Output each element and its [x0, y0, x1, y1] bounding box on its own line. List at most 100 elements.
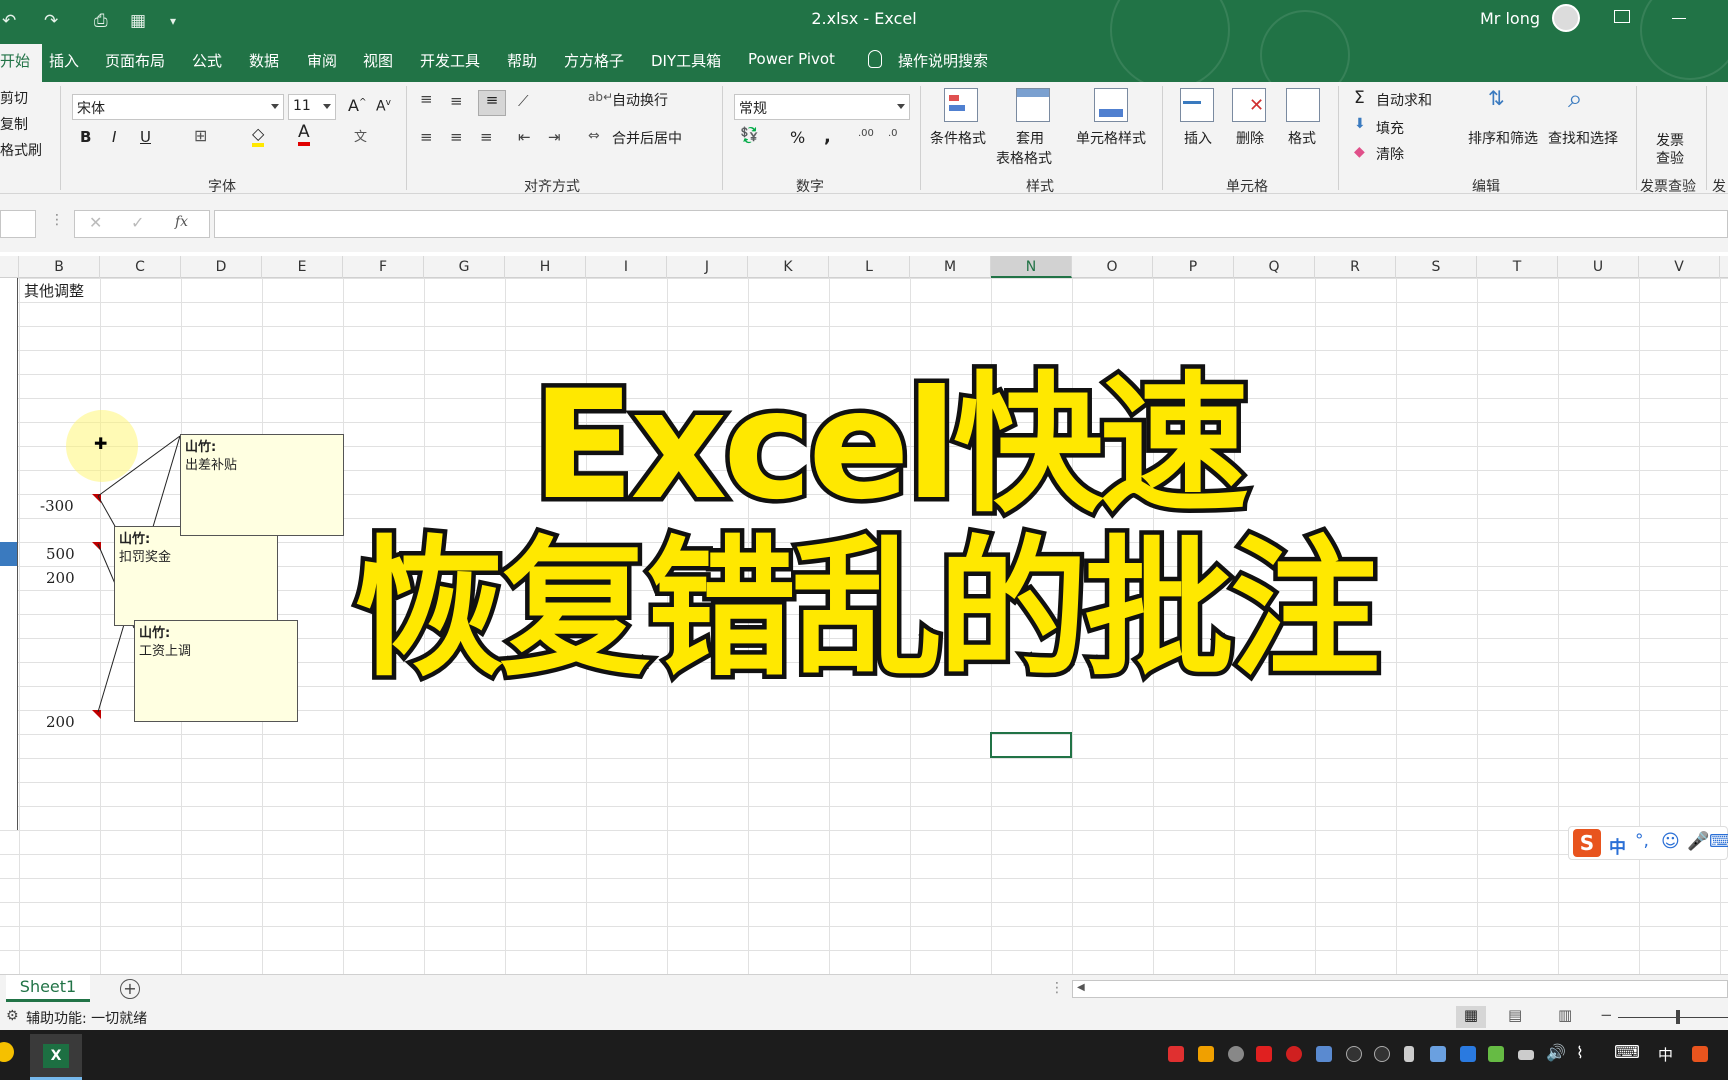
sogou-tray-icon[interactable] [1692, 1046, 1708, 1062]
merge-center-button[interactable]: 合并后居中 [612, 128, 682, 148]
volume-icon[interactable]: 🔊 [1546, 1043, 1566, 1062]
tab-diy-toolbox[interactable]: DIY工具箱 [651, 50, 721, 71]
phonetic-icon[interactable]: 文 [354, 126, 367, 145]
formula-input[interactable] [214, 210, 1728, 238]
invoice-check-button-l2[interactable]: 查验 [1656, 148, 1684, 168]
format-table-button-l1[interactable]: 套用 [1016, 128, 1044, 148]
decrease-indent-icon[interactable]: ⇤ [518, 128, 531, 146]
wifi-icon[interactable]: ⌇ [1576, 1043, 1584, 1062]
zoom-slider[interactable] [1618, 1017, 1728, 1018]
increase-decimal-icon[interactable]: .00 [858, 128, 874, 139]
clear-button[interactable]: 清除 [1376, 144, 1404, 164]
increase-indent-icon[interactable]: ⇥ [548, 128, 561, 146]
chat-icon[interactable] [1316, 1046, 1332, 1062]
minimize-icon[interactable] [1672, 18, 1686, 19]
tab-review[interactable]: 审阅 [307, 50, 337, 71]
cell-value[interactable]: 200 [46, 713, 75, 731]
battery-icon[interactable] [1518, 1050, 1534, 1060]
tab-page-layout[interactable]: 页面布局 [105, 50, 165, 71]
bold-button[interactable]: B [80, 128, 91, 146]
cancel-icon[interactable]: ✕ [89, 213, 102, 232]
col-header-v[interactable]: V [1639, 256, 1720, 278]
col-header-u[interactable]: U [1558, 256, 1639, 278]
col-header-c[interactable]: C [100, 256, 181, 278]
comment-box[interactable]: 山竹: 工资上调 [134, 620, 298, 722]
font-name-combo[interactable]: 宋体 [72, 94, 284, 120]
name-box[interactable] [0, 210, 36, 238]
page-break-view-icon[interactable]: ▥ [1558, 1006, 1572, 1024]
col-header-o[interactable]: O [1072, 256, 1153, 278]
qq-icon[interactable] [1374, 1046, 1390, 1062]
col-header-g[interactable]: G [424, 256, 505, 278]
percent-button[interactable]: % [790, 128, 805, 147]
col-header-h[interactable]: H [505, 256, 586, 278]
network-app-icon[interactable] [1430, 1046, 1446, 1062]
tab-developer[interactable]: 开发工具 [420, 50, 480, 71]
col-header-r[interactable]: R [1315, 256, 1396, 278]
col-header-m[interactable]: M [910, 256, 991, 278]
align-center-icon[interactable]: ≡ [450, 128, 463, 146]
col-header-e[interactable]: E [262, 256, 343, 278]
scroll-split-grip-icon[interactable]: ⋮ [1050, 980, 1064, 996]
zoom-slider-knob[interactable] [1676, 1010, 1680, 1024]
borders-icon[interactable]: ⊞ [194, 126, 207, 145]
ime-keyboard-icon[interactable]: ⌨ [1709, 831, 1728, 852]
comment-indicator-icon[interactable] [92, 710, 101, 719]
shield-icon[interactable] [1198, 1046, 1214, 1062]
page-layout-view-icon[interactable]: ▤ [1508, 1006, 1522, 1024]
orientation-icon[interactable]: ⟋ [518, 92, 529, 110]
format-cells-button[interactable]: 格式 [1288, 128, 1316, 148]
underline-button[interactable]: U [140, 128, 151, 146]
input-method-indicator[interactable]: 中 [1658, 1044, 1673, 1065]
g-icon[interactable] [1228, 1046, 1244, 1062]
tab-view[interactable]: 视图 [363, 50, 393, 71]
align-left-icon[interactable]: ≡ [420, 128, 433, 146]
horizontal-scrollbar[interactable]: ◀ [1072, 980, 1728, 998]
col-header-n[interactable]: N [991, 256, 1072, 278]
ime-chinese-icon[interactable]: 中 [1609, 833, 1626, 858]
tab-home[interactable]: 开始 [0, 44, 43, 82]
tell-me-search[interactable]: 操作说明搜索 [898, 50, 988, 71]
accessibility-icon[interactable]: ⚙ [6, 1008, 19, 1024]
ime-toolbar[interactable]: S 中 °, ☺ 🎤 ⌨ [1568, 826, 1728, 860]
ime-punct-icon[interactable]: °, [1635, 831, 1649, 851]
keyboard-icon[interactable]: ⌨ [1614, 1042, 1640, 1063]
chrome-icon[interactable] [0, 1042, 14, 1062]
usb-icon[interactable] [1404, 1046, 1414, 1062]
add-sheet-button[interactable]: + [120, 979, 140, 999]
conditional-format-button[interactable]: 条件格式 [930, 128, 986, 148]
currency-icon[interactable]: 💱 [740, 126, 759, 144]
align-top-icon[interactable]: ≡ [420, 90, 433, 108]
col-header-t[interactable]: T [1477, 256, 1558, 278]
zoom-out-icon[interactable]: − [1600, 1006, 1613, 1024]
autosum-button[interactable]: 自动求和 [1376, 90, 1432, 110]
nvidia-icon[interactable] [1488, 1046, 1504, 1062]
insert-cells-button[interactable]: 插入 [1184, 128, 1212, 148]
col-header-f[interactable]: F [343, 256, 424, 278]
shrink-font-icon[interactable]: Av [376, 98, 391, 115]
select-all-corner[interactable] [0, 256, 19, 278]
sheet-tab-sheet1[interactable]: Sheet1 [6, 975, 90, 1002]
align-middle-icon[interactable]: ≡ [450, 92, 463, 110]
font-color-icon[interactable]: A [298, 122, 310, 146]
comma-button[interactable]: , [824, 126, 831, 147]
ribbon-display-icon[interactable] [1614, 10, 1630, 23]
italic-button[interactable]: I [112, 128, 116, 146]
user-name[interactable]: Mr long [1480, 9, 1540, 28]
comment-indicator-icon[interactable] [92, 494, 101, 503]
tab-data[interactable]: 数据 [249, 50, 279, 71]
col-header-d[interactable]: D [181, 256, 262, 278]
active-cell[interactable] [990, 732, 1072, 758]
comment-box[interactable]: 山竹: 出差补贴 [180, 434, 344, 536]
col-header-k[interactable]: K [748, 256, 829, 278]
copy-button[interactable]: 复制 [0, 114, 28, 134]
excel-taskbar-button[interactable]: X [30, 1034, 82, 1080]
cell-styles-button[interactable]: 单元格样式 [1076, 128, 1146, 148]
col-header-p[interactable]: P [1153, 256, 1234, 278]
qq-icon[interactable] [1346, 1046, 1362, 1062]
bluetooth-icon[interactable] [1460, 1046, 1476, 1062]
record-icon[interactable] [1286, 1046, 1302, 1062]
tab-formulas[interactable]: 公式 [192, 50, 222, 71]
tab-ffgz[interactable]: 方方格子 [564, 50, 624, 71]
fill-color-icon[interactable]: ◇ [252, 124, 265, 147]
